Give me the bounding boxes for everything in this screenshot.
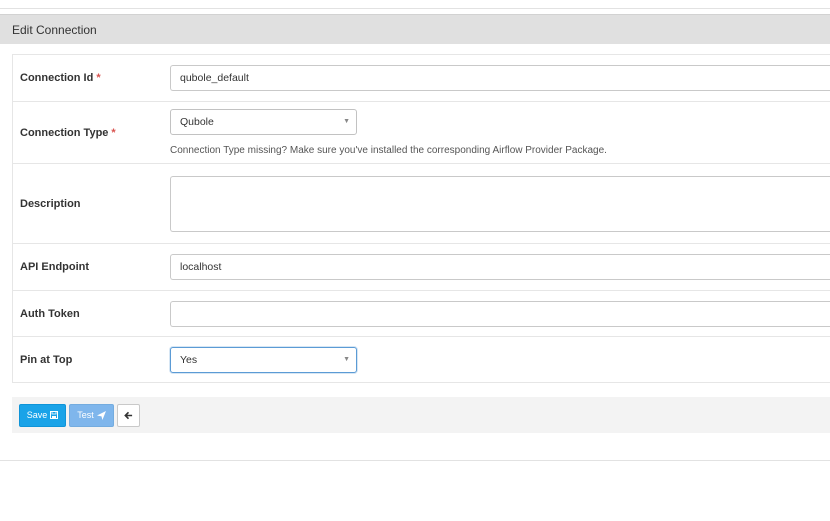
form-actions: Save Test xyxy=(12,397,830,433)
back-button[interactable] xyxy=(117,403,140,427)
required-marker: * xyxy=(96,72,101,84)
pin-at-top-label: Pin at Top xyxy=(20,353,73,366)
arrow-left-icon xyxy=(124,411,133,419)
api-endpoint-label: API Endpoint xyxy=(20,261,90,273)
save-button[interactable]: Save xyxy=(19,403,66,427)
bottom-divider xyxy=(0,460,830,461)
connection-id-input[interactable]: qubole_default xyxy=(170,65,830,91)
required-marker: * xyxy=(111,126,116,139)
connection-type-label: Connection Type * xyxy=(20,126,116,139)
connection-form: Connection Id * qubole_default Connection… xyxy=(12,54,830,383)
auth-token-label: Auth Token xyxy=(20,307,80,320)
description-textarea[interactable] xyxy=(170,175,830,232)
api-endpoint-input[interactable]: localhost xyxy=(170,254,830,280)
auth-token-input[interactable] xyxy=(170,300,830,327)
test-button[interactable]: Test xyxy=(69,403,114,427)
chevron-down-icon: ▼ xyxy=(343,355,350,363)
description-label: Description xyxy=(20,197,81,210)
send-icon xyxy=(96,410,106,420)
connection-type-select[interactable]: Qubole ▼ xyxy=(170,109,357,135)
form-row-connection-id: Connection Id * qubole_default xyxy=(13,55,830,102)
connection-type-help: Connection Type missing? Make sure you'v… xyxy=(170,145,607,156)
top-divider xyxy=(0,0,830,9)
form-row-connection-type: Connection Type * Qubole ▼ Connection Typ… xyxy=(13,102,830,164)
form-row-auth-token: Auth Token xyxy=(13,291,830,337)
form-row-api-endpoint: API Endpoint localhost xyxy=(13,244,830,291)
panel-title: Edit Connection xyxy=(0,14,830,44)
form-row-pin-at-top: Pin at Top Yes ▼ xyxy=(13,337,830,382)
pin-at-top-select[interactable]: Yes ▼ xyxy=(170,346,357,373)
form-row-description: Description xyxy=(13,164,830,244)
save-icon xyxy=(50,411,59,419)
chevron-down-icon: ▼ xyxy=(343,118,350,125)
connection-id-label: Connection Id * xyxy=(20,72,101,84)
